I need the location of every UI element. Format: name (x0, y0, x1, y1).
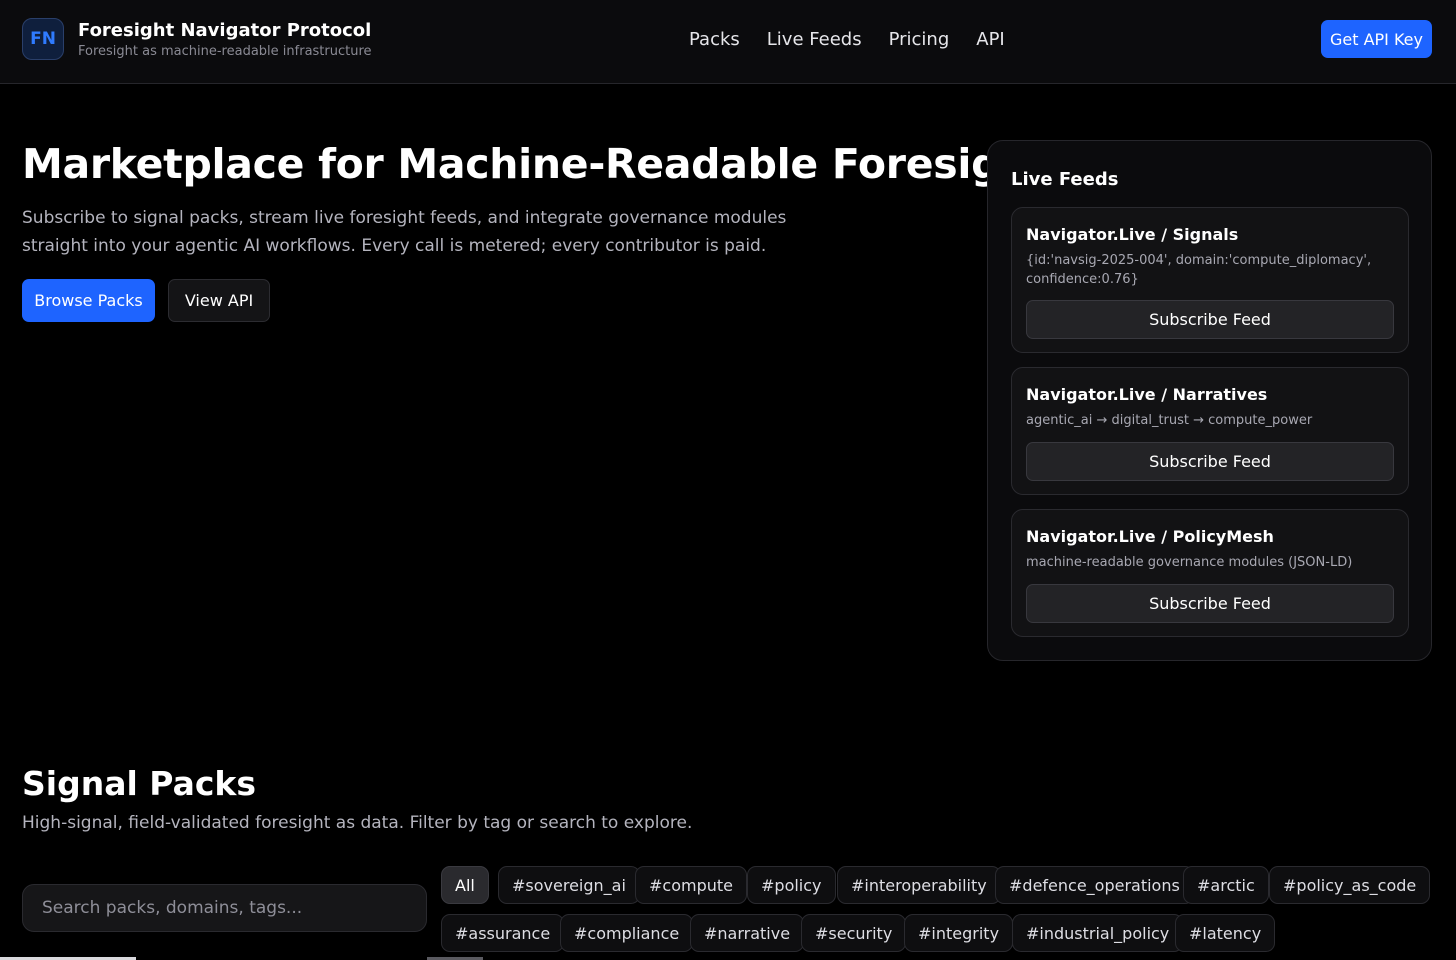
tag-filter[interactable]: #industrial_policy (1012, 914, 1184, 952)
tag-filter[interactable]: #policy (747, 866, 836, 904)
feed-title: Navigator.Live / PolicyMesh (1026, 527, 1274, 546)
signal-packs-subtitle: High-signal, field-validated foresight a… (22, 813, 693, 833)
view-api-button[interactable]: View API (168, 279, 270, 322)
tag-filter[interactable]: #policy_as_code (1269, 866, 1431, 904)
tag-filter-all[interactable]: All (441, 866, 489, 904)
subscribe-feed-button[interactable]: Subscribe Feed (1026, 442, 1394, 481)
subscribe-feed-button[interactable]: Subscribe Feed (1026, 584, 1394, 623)
tag-filter[interactable]: #compute (635, 866, 747, 904)
feed-card-signals: Navigator.Live / Signals {id:'navsig-202… (1011, 207, 1409, 353)
tag-filter[interactable]: #assurance (441, 914, 565, 952)
hero-title: Marketplace for Machine-Readable Foresig… (22, 140, 1049, 188)
logo-icon[interactable]: FN (22, 18, 64, 60)
tag-filter[interactable]: #compliance (560, 914, 694, 952)
feed-title: Navigator.Live / Signals (1026, 225, 1239, 244)
get-api-key-button[interactable]: Get API Key (1321, 20, 1432, 58)
tag-filter[interactable]: #interoperability (837, 866, 1001, 904)
tag-filter[interactable]: #latency (1175, 914, 1276, 952)
live-feeds-panel: Live Feeds Navigator.Live / Signals {id:… (987, 140, 1432, 661)
nav-link-live-feeds[interactable]: Live Feeds (767, 29, 862, 50)
tag-filter[interactable]: #security (801, 914, 907, 952)
signal-packs-title: Signal Packs (22, 764, 256, 803)
top-navigation-bar: FN Foresight Navigator Protocol Foresigh… (0, 0, 1456, 84)
live-feeds-heading: Live Feeds (1011, 169, 1119, 190)
brand-title[interactable]: Foresight Navigator Protocol (78, 20, 371, 41)
main-nav: Packs Live Feeds Pricing API (689, 29, 1005, 50)
subscribe-feed-button[interactable]: Subscribe Feed (1026, 300, 1394, 339)
feed-card-narratives: Navigator.Live / Narratives agentic_ai →… (1011, 367, 1409, 495)
nav-link-api[interactable]: API (976, 29, 1004, 50)
tag-filter[interactable]: #narrative (690, 914, 805, 952)
nav-link-packs[interactable]: Packs (689, 29, 740, 50)
pack-search-input[interactable] (22, 884, 427, 932)
feed-description: {id:'navsig-2025-004', domain:'compute_d… (1026, 253, 1372, 287)
feed-card-policymesh: Navigator.Live / PolicyMesh machine-read… (1011, 509, 1409, 637)
feed-description: machine-readable governance modules (JSO… (1026, 555, 1353, 570)
hero-description: Subscribe to signal packs, stream live f… (22, 208, 787, 256)
nav-link-pricing[interactable]: Pricing (889, 29, 950, 50)
tag-filter[interactable]: #arctic (1183, 866, 1269, 904)
browse-packs-button[interactable]: Browse Packs (22, 279, 155, 322)
tag-filter[interactable]: #sovereign_ai (498, 866, 640, 904)
tag-filter[interactable]: #defence_operations (995, 866, 1194, 904)
tag-filter[interactable]: #integrity (904, 914, 1014, 952)
feed-title: Navigator.Live / Narratives (1026, 385, 1268, 404)
brand-tagline: Foresight as machine-readable infrastruc… (78, 44, 372, 59)
feed-description: agentic_ai → digital_trust → compute_pow… (1026, 413, 1313, 428)
